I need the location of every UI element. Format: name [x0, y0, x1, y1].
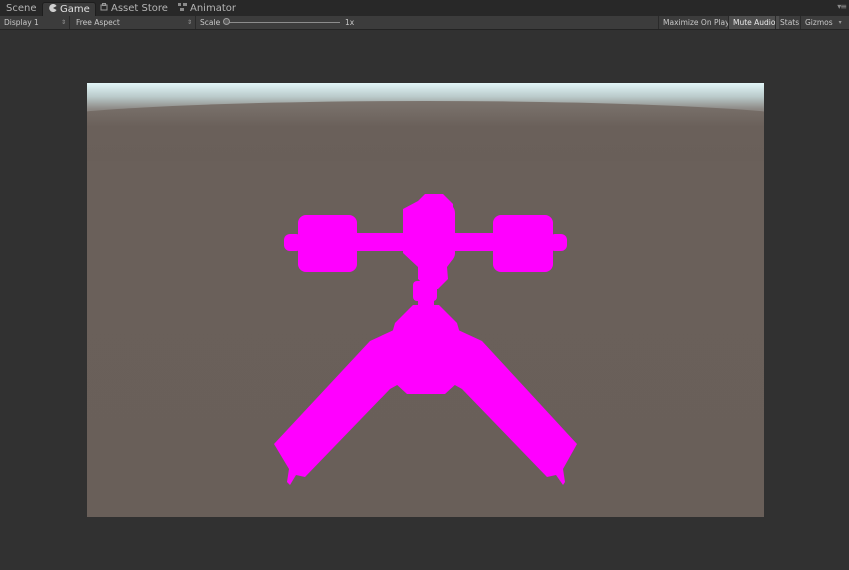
tab-asset-store-label: Asset Store	[111, 3, 168, 14]
display-dropdown-value: Display 1	[4, 18, 39, 27]
tab-game[interactable]: Game	[42, 2, 96, 17]
maximize-on-play-label: Maximize On Play	[663, 18, 730, 27]
tab-animator-label: Animator	[190, 3, 236, 14]
tab-scene-label: Scene	[6, 3, 37, 14]
chevron-down-icon: ▾	[838, 19, 842, 26]
neck-lower	[418, 297, 434, 305]
store-icon	[100, 2, 108, 16]
tab-asset-store[interactable]: Asset Store	[100, 2, 168, 16]
scale-slider-thumb[interactable]	[223, 18, 230, 25]
display-dropdown[interactable]: Display 1 ⇕	[0, 16, 70, 29]
left-cap	[284, 234, 302, 251]
pacman-icon	[49, 3, 57, 17]
right-leg	[423, 323, 577, 485]
tab-animator[interactable]: Animator	[178, 2, 236, 16]
game-viewport[interactable]	[87, 83, 764, 517]
stats-button[interactable]: Stats	[775, 16, 803, 29]
stats-label: Stats	[780, 18, 800, 27]
scale-slider-track[interactable]	[226, 22, 340, 23]
head-core	[409, 203, 455, 263]
aspect-dropdown[interactable]: Free Aspect ⇕	[72, 16, 196, 29]
scale-label: Scale	[200, 18, 221, 27]
right-cap	[549, 234, 567, 251]
dropdown-arrows-icon: ⇕	[186, 19, 192, 26]
game-view-area[interactable]	[0, 30, 849, 570]
gizmos-label: Gizmos	[805, 18, 833, 27]
maximize-on-play-button[interactable]: Maximize On Play	[658, 16, 734, 29]
scale-value: 1x	[345, 18, 355, 27]
gizmos-dropdown[interactable]: Gizmos ▾	[800, 16, 849, 29]
aspect-dropdown-value: Free Aspect	[76, 18, 120, 27]
tab-game-label: Game	[60, 4, 90, 15]
animator-icon	[178, 2, 187, 16]
window-tab-bar: Scene Game Asset Store Animator ▾≡	[0, 0, 849, 17]
magenta-robot-model	[274, 194, 577, 485]
game-view-toolbar: Display 1 ⇕ Free Aspect ⇕ Scale 1x Maxim…	[0, 16, 849, 30]
dropdown-arrows-icon: ⇕	[60, 19, 66, 26]
left-weight	[298, 215, 357, 272]
tab-scene[interactable]: Scene	[6, 2, 37, 16]
left-leg	[274, 323, 429, 485]
panel-menu-icon[interactable]: ▾≡	[837, 2, 847, 11]
mute-audio-button[interactable]: Mute Audio	[728, 16, 780, 29]
mute-audio-label: Mute Audio	[733, 18, 776, 27]
